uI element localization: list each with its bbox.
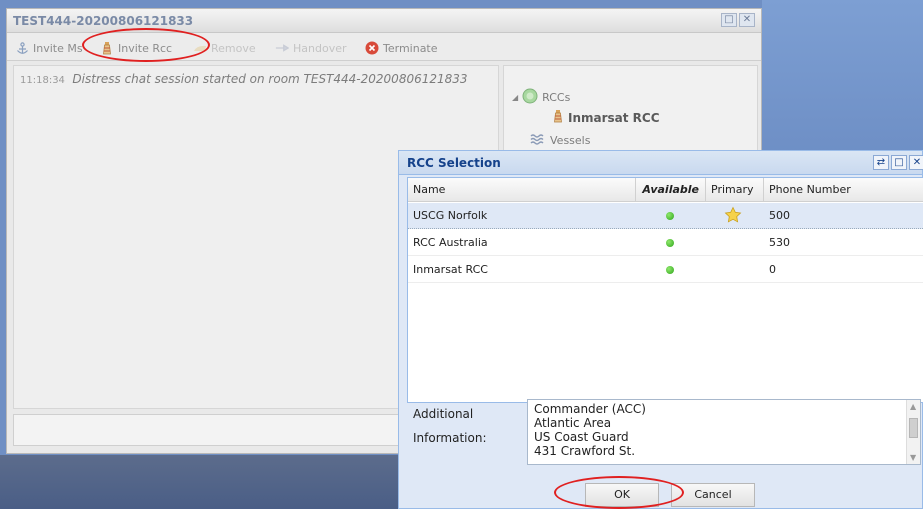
available-dot-icon — [666, 239, 674, 247]
chat-message: 11:18:34 Distress chat session started o… — [20, 72, 468, 86]
invite-rcc-label: Invite Rcc — [118, 41, 173, 55]
ok-button[interactable]: OK — [585, 483, 659, 507]
invite-ms-button[interactable]: Invite Ms — [15, 40, 83, 56]
handover-button[interactable]: Handover — [275, 40, 347, 56]
anchor-icon — [15, 41, 29, 55]
waves-icon — [530, 133, 546, 148]
terminate-label: Terminate — [383, 41, 438, 55]
chat-message-text: Distress chat session started on room TE… — [72, 72, 468, 86]
additional-info-line: 431 Crawford St. — [534, 444, 636, 458]
additional-info-label-1: Additional — [413, 407, 474, 421]
chat-timestamp: 11:18:34 — [20, 75, 65, 86]
table-row[interactable]: Inmarsat RCC 0 — [408, 257, 923, 283]
tree-node-rccs[interactable]: ◢ RCCs — [512, 88, 570, 107]
rcc-dialog-title: RCC Selection — [407, 156, 501, 170]
tree-node-inmarsat-rcc[interactable]: Inmarsat RCC — [552, 109, 660, 126]
column-header-phone[interactable]: Phone Number — [764, 178, 923, 202]
scroll-down-icon[interactable]: ▼ — [910, 453, 916, 462]
available-dot-icon — [666, 212, 674, 220]
row-phone: 530 — [769, 236, 790, 249]
star-icon — [724, 206, 742, 227]
scroll-up-icon[interactable]: ▲ — [910, 402, 916, 411]
maximize-icon[interactable]: □ — [721, 13, 737, 27]
rcc-grid: Name Available Primary Phone Number USCG… — [407, 177, 923, 403]
row-phone: 0 — [769, 263, 776, 276]
terminate-button[interactable]: Terminate — [365, 40, 438, 56]
handover-icon — [275, 41, 289, 55]
chat-toolbar: Invite Ms Invite Rcc Remove Handover Ter… — [7, 33, 761, 61]
additional-info-label-2: Information: — [413, 431, 487, 445]
tree-rcc-child-label: Inmarsat RCC — [568, 110, 660, 125]
chat-window-titlebar[interactable]: TEST444-20200806121833 □ ✕ — [7, 9, 761, 33]
row-name: Inmarsat RCC — [413, 263, 488, 276]
tree-vessels-label: Vessels — [550, 134, 591, 147]
expand-triangle-icon: ◢ — [512, 93, 519, 102]
lighthouse-icon — [100, 41, 114, 55]
additional-info-textarea[interactable]: Commander (ACC) Atlantic Area US Coast G… — [527, 399, 921, 465]
rcc-grid-header: Name Available Primary Phone Number — [408, 178, 923, 202]
terminate-icon — [365, 41, 379, 55]
row-name: USCG Norfolk — [413, 209, 488, 222]
column-header-available[interactable]: Available — [636, 178, 706, 202]
handover-label: Handover — [293, 41, 347, 55]
remove-label: Remove — [211, 41, 256, 55]
invite-ms-label: Invite Ms — [33, 41, 83, 55]
invite-rcc-button[interactable]: Invite Rcc — [100, 40, 172, 56]
additional-info-line: Atlantic Area — [534, 416, 612, 430]
textarea-scrollbar[interactable]: ▲ ▼ — [906, 400, 920, 464]
table-row[interactable]: USCG Norfolk 500 — [408, 203, 923, 229]
close-icon[interactable]: ✕ — [739, 13, 755, 27]
column-header-primary[interactable]: Primary — [706, 178, 764, 202]
remove-button[interactable]: Remove — [193, 40, 256, 56]
tree-rccs-label: RCCs — [542, 91, 571, 104]
participants-tree: ◢ RCCs Inmarsat RCC Vessels — [503, 65, 758, 155]
rcc-dialog-titlebar[interactable]: RCC Selection ⇄ □ ✕ — [399, 151, 923, 175]
scroll-thumb[interactable] — [909, 418, 918, 438]
chat-window-title: TEST444-20200806121833 — [13, 14, 194, 28]
rcc-selection-dialog: RCC Selection ⇄ □ ✕ Name Available Prima… — [398, 150, 923, 509]
tree-node-vessels[interactable]: Vessels — [530, 133, 590, 148]
additional-info-line: US Coast Guard — [534, 430, 629, 444]
remove-icon — [193, 41, 207, 55]
lighthouse-icon — [552, 109, 564, 126]
available-dot-icon — [666, 266, 674, 274]
globe-icon — [522, 88, 538, 107]
row-phone: 500 — [769, 209, 790, 222]
refresh-icon[interactable]: ⇄ — [873, 155, 889, 170]
close-icon[interactable]: ✕ — [909, 155, 923, 170]
row-name: RCC Australia — [413, 236, 488, 249]
maximize-icon[interactable]: □ — [891, 155, 907, 170]
cancel-button[interactable]: Cancel — [671, 483, 755, 507]
column-header-name[interactable]: Name — [408, 178, 636, 202]
additional-info-line: Commander (ACC) — [534, 402, 646, 416]
table-row[interactable]: RCC Australia 530 — [408, 230, 923, 256]
desktop-background-bottom — [0, 455, 400, 509]
